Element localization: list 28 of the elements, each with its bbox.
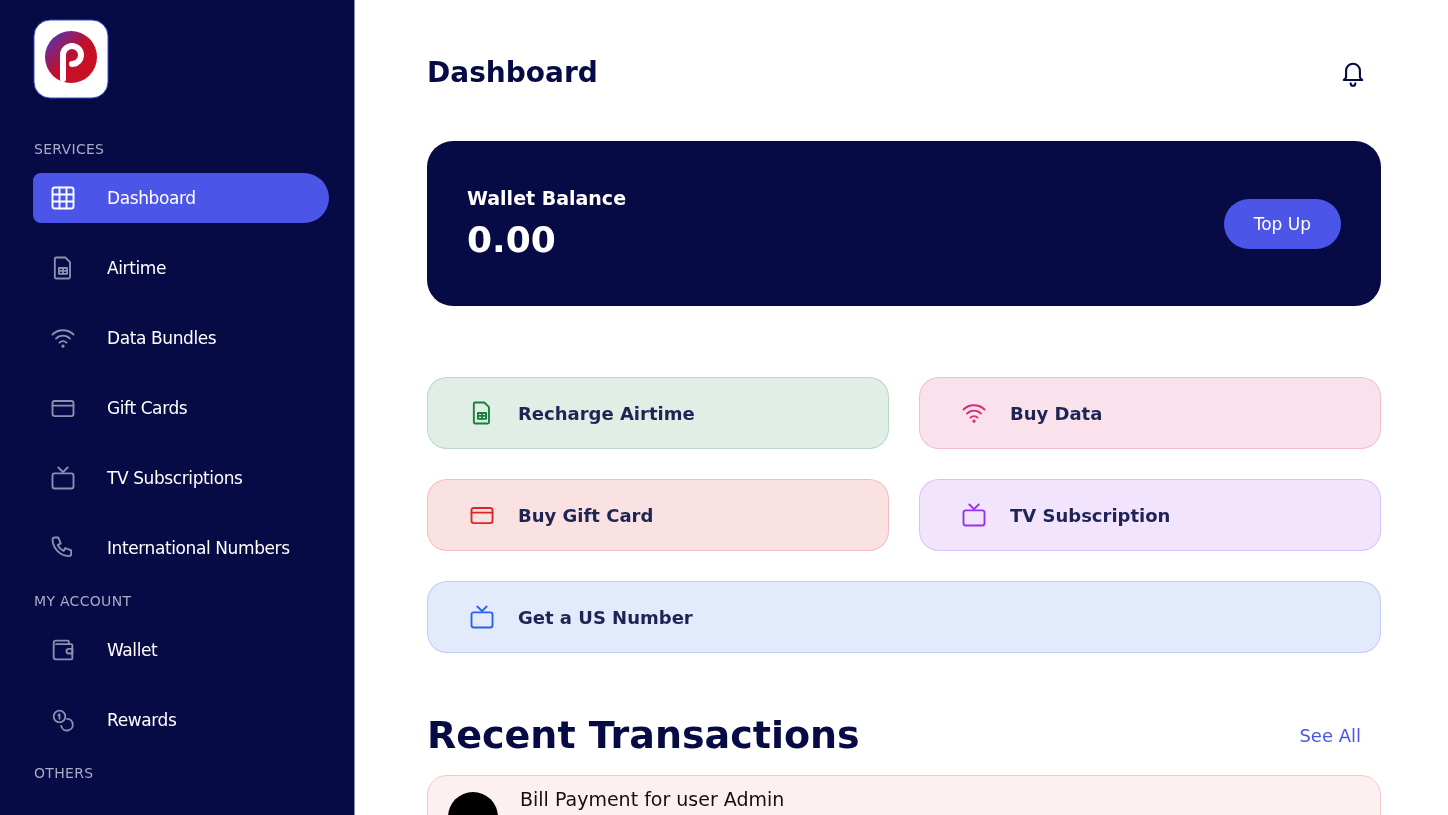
action-card[interactable]: TV Subscription xyxy=(919,479,1381,551)
action-card[interactable]: Buy Gift Card xyxy=(427,479,889,551)
section-heading: OTHERS xyxy=(34,765,95,781)
action-card[interactable]: Buy Data xyxy=(919,377,1381,449)
nav-item[interactable]: TV Subscriptions xyxy=(33,453,329,503)
tv-icon xyxy=(960,501,988,529)
section-heading: SERVICES xyxy=(34,141,106,157)
page-title: Dashboard xyxy=(427,56,598,89)
transaction-row[interactable]: Bill Payment for user Admin xyxy=(427,775,1381,815)
transaction-title: Bill Payment for user Admin xyxy=(520,788,785,810)
wallet-label: Wallet Balance xyxy=(467,187,627,209)
nav-item[interactable]: Rewards xyxy=(33,695,329,745)
section-heading: MY ACCOUNT xyxy=(34,593,133,609)
nav-item[interactable]: Wallet xyxy=(33,625,329,675)
nav-item[interactable]: Dashboard xyxy=(33,173,329,223)
action-card[interactable]: Recharge Airtime xyxy=(427,377,889,449)
nav-item[interactable]: Gift Cards xyxy=(33,383,329,433)
nav-item[interactable]: Airtime xyxy=(33,243,329,293)
grid-icon xyxy=(49,184,77,212)
action-card[interactable]: Get a US Number xyxy=(427,581,1381,653)
tv-icon xyxy=(49,464,77,492)
nav-item[interactable]: International Numbers xyxy=(33,523,329,573)
tv-icon xyxy=(468,603,496,631)
section-title: Recent Transactions xyxy=(427,713,860,757)
see-all-link[interactable]: See All xyxy=(1299,724,1361,746)
wallet-balance: 0.00 xyxy=(467,219,557,260)
top-up-button[interactable]: Top Up xyxy=(1223,198,1341,249)
nav-item[interactable]: Data Bundles xyxy=(33,313,329,363)
